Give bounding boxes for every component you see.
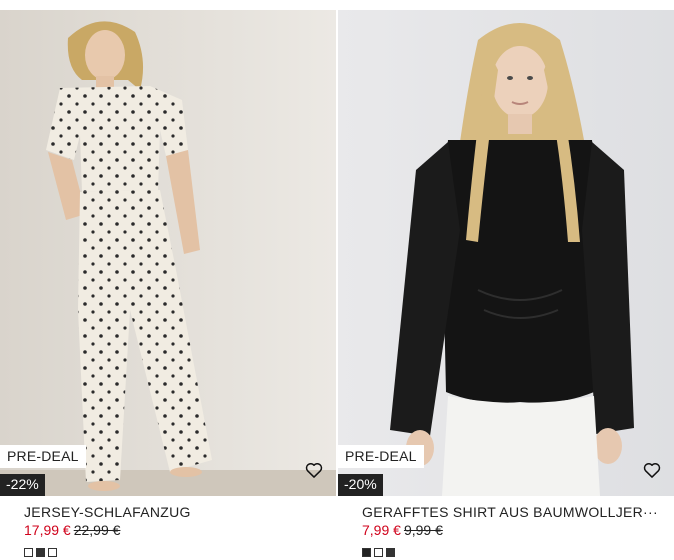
product-grid: PRE-DEAL -22% JERSEY-SCHLAFANZUG 17,99 €…	[0, 0, 674, 560]
pre-deal-badge: PRE-DEAL	[0, 445, 86, 468]
heart-outline-icon[interactable]	[642, 460, 662, 480]
sale-price: 17,99 €	[24, 522, 71, 538]
product-price: 17,99 €22,99 €	[24, 521, 120, 539]
product-image[interactable]	[0, 10, 336, 496]
color-swatch[interactable]	[36, 548, 45, 557]
product-card[interactable]: PRE-DEAL -20% GERAFFTES SHIRT AUS BAUMWO…	[338, 0, 674, 560]
product-card[interactable]: PRE-DEAL -22% JERSEY-SCHLAFANZUG 17,99 €…	[0, 0, 336, 560]
discount-badge: -20%	[338, 474, 383, 496]
sale-price: 7,99 €	[362, 522, 401, 538]
product-name[interactable]: JERSEY-SCHLAFANZUG	[24, 503, 324, 521]
color-swatches	[24, 548, 57, 557]
color-swatch[interactable]	[48, 548, 57, 557]
product-price: 7,99 €9,99 €	[362, 521, 443, 539]
color-swatch[interactable]	[362, 548, 371, 557]
discount-badge: -22%	[0, 474, 45, 496]
original-price: 22,99 €	[73, 522, 121, 538]
color-swatches	[362, 548, 395, 557]
product-image[interactable]	[338, 10, 674, 496]
color-swatch[interactable]	[386, 548, 395, 557]
pre-deal-badge: PRE-DEAL	[338, 445, 424, 468]
original-price: 9,99 €	[403, 522, 443, 538]
product-name[interactable]: GERAFFTES SHIRT AUS BAUMWOLLJER···	[362, 503, 662, 521]
heart-outline-icon[interactable]	[304, 460, 324, 480]
color-swatch[interactable]	[24, 548, 33, 557]
color-swatch[interactable]	[374, 548, 383, 557]
